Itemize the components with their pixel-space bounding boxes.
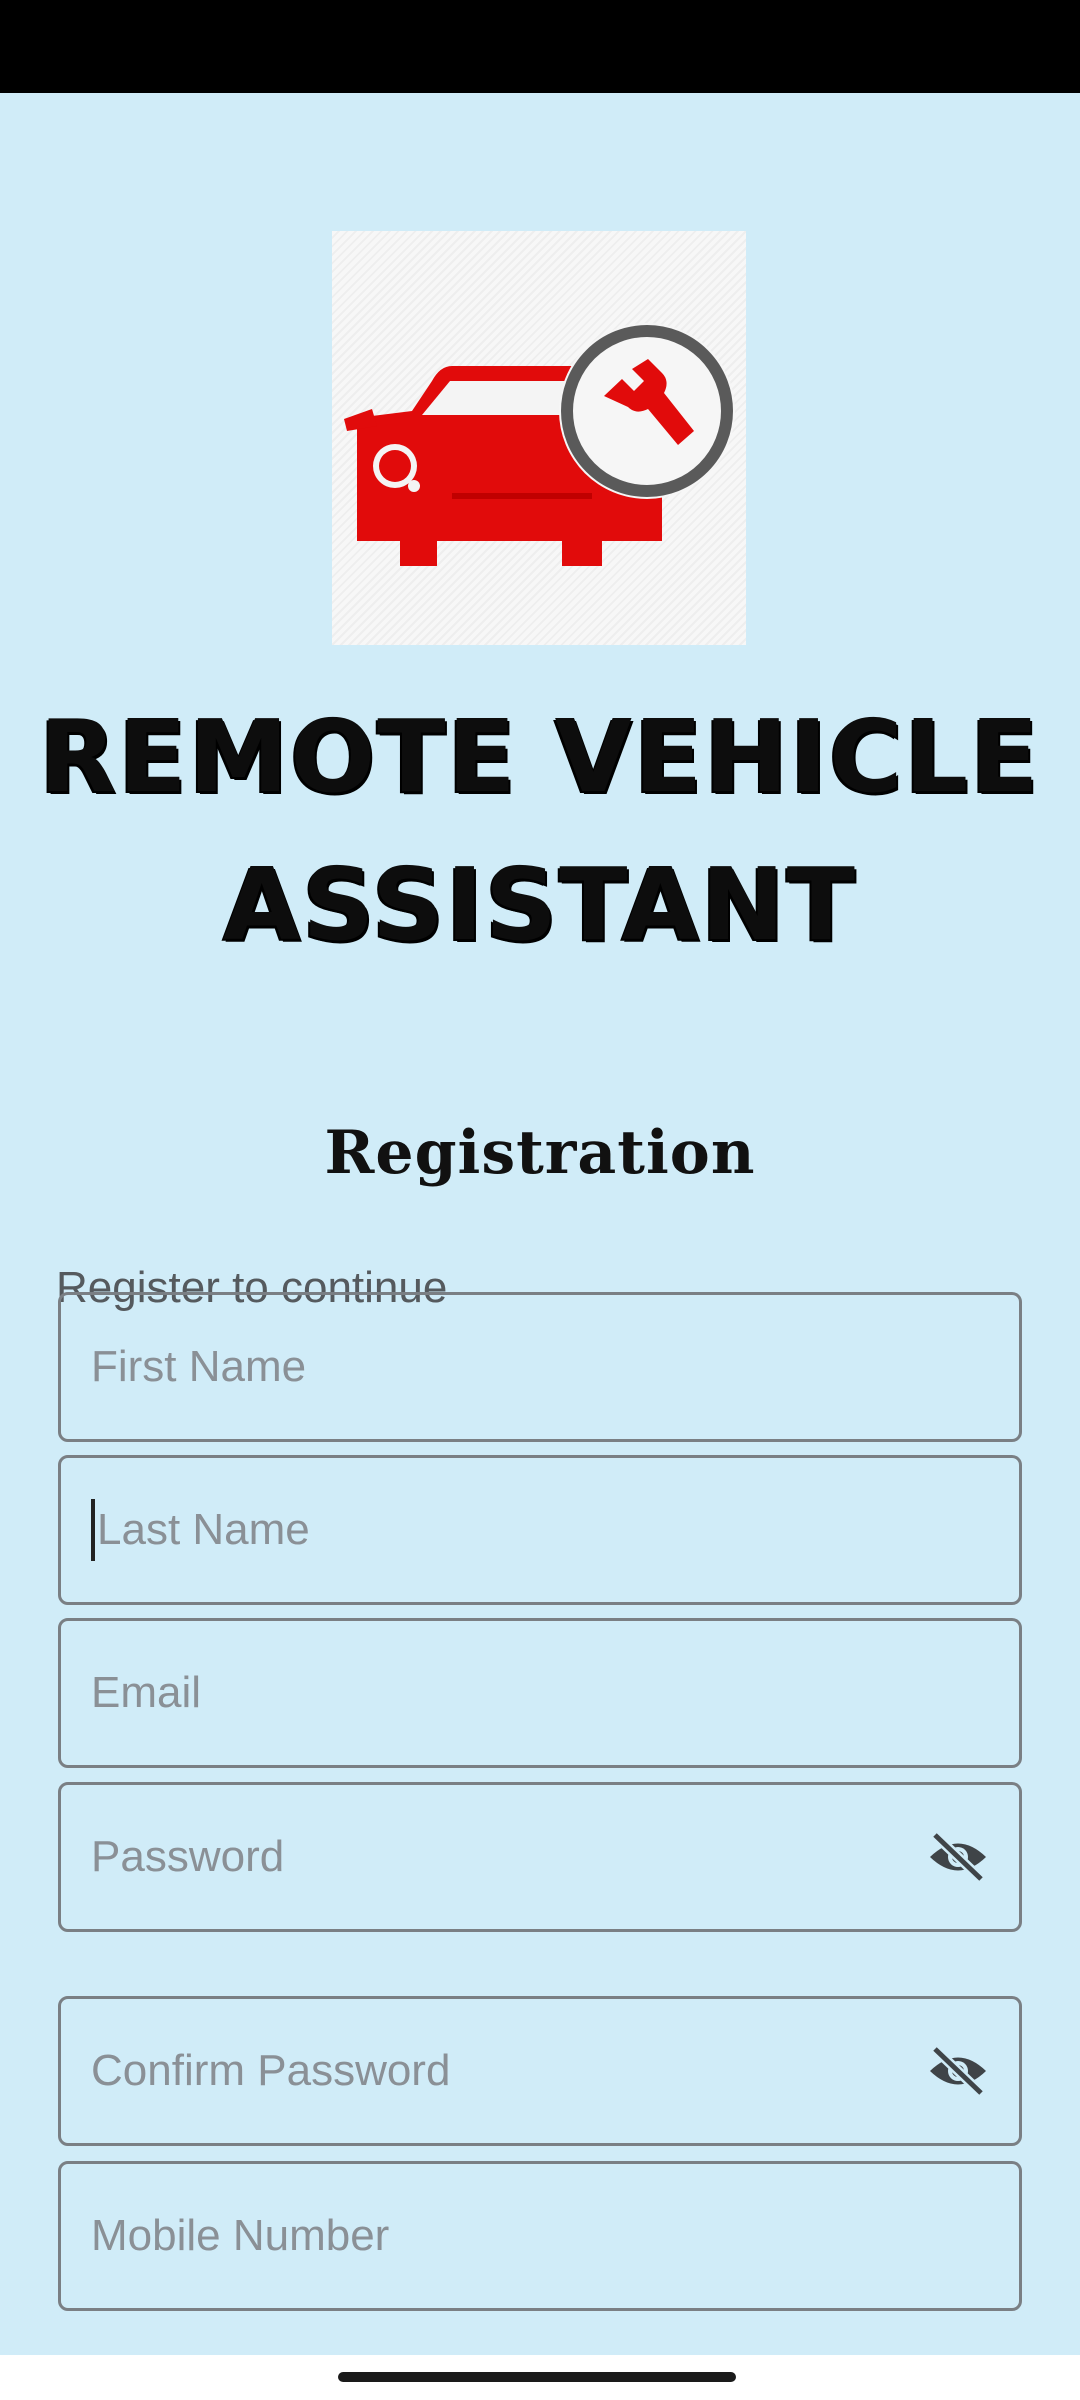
confirm-password-field[interactable]: Confirm Password — [58, 1996, 1022, 2146]
last-name-label-wrap: Last Name — [91, 1458, 310, 1602]
email-placeholder: Email — [91, 1668, 202, 1717]
app-title-line-1: REMOTE VEHICLE — [39, 698, 1041, 815]
last-name-placeholder: Last Name — [97, 1505, 310, 1554]
password-field[interactable]: Password — [58, 1782, 1022, 1932]
first-name-field[interactable]: First Name — [58, 1292, 1022, 1442]
password-placeholder: Password — [91, 1832, 285, 1881]
home-indicator[interactable] — [338, 2372, 736, 2382]
eye-off-icon[interactable] — [927, 2046, 989, 2096]
status-bar — [0, 0, 1080, 93]
text-cursor — [91, 1499, 95, 1561]
first-name-placeholder: First Name — [91, 1342, 307, 1391]
car-repair-logo-icon — [332, 231, 746, 645]
mobile-number-placeholder: Mobile Number — [91, 2211, 390, 2260]
email-field[interactable]: Email — [58, 1618, 1022, 1768]
mobile-number-field[interactable]: Mobile Number — [58, 2161, 1022, 2311]
registration-screen: REMOTE VEHICLE ASSISTANT Registration Re… — [0, 93, 1080, 2355]
confirm-password-placeholder: Confirm Password — [91, 2046, 451, 2095]
eye-off-icon[interactable] — [927, 1832, 989, 1882]
app-title: REMOTE VEHICLE ASSISTANT — [0, 683, 1080, 979]
page-title: Registration — [324, 1118, 756, 1188]
last-name-field[interactable]: Last Name — [58, 1455, 1022, 1605]
app-title-line-2: ASSISTANT — [223, 846, 857, 963]
